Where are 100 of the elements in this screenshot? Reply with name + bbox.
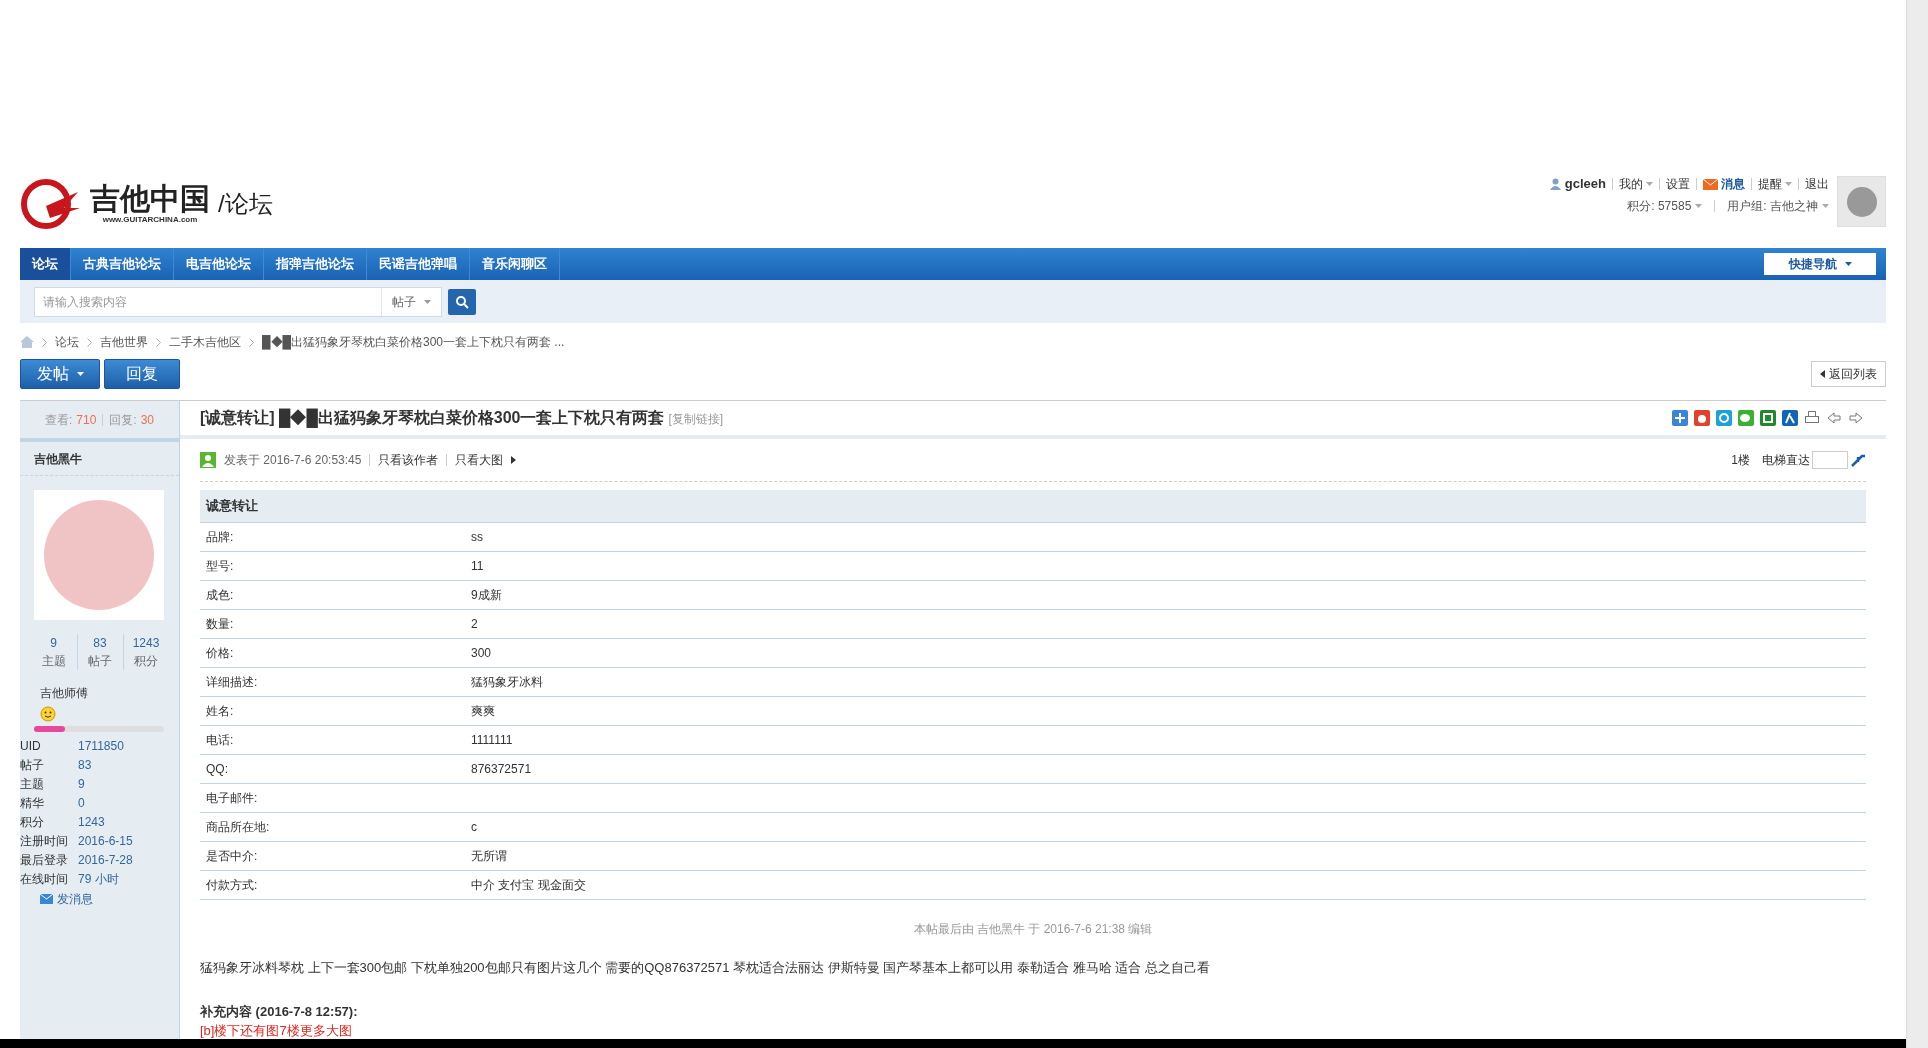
user-icon <box>1549 178 1561 190</box>
username-link[interactable]: gcleeh <box>1564 174 1606 194</box>
new-post-button[interactable]: 发帖 <box>20 359 100 389</box>
floor-number: 1楼 <box>1731 452 1750 470</box>
logo-text: 吉他中国 <box>90 183 210 215</box>
info-label: 最后登录 <box>20 851 69 869</box>
info-value: 0 <box>78 794 85 812</box>
caret-icon <box>1695 204 1703 208</box>
info-label: 注册时间 <box>20 832 69 850</box>
user-stat-menu[interactable]: 用户组: 吉他之神 <box>1727 197 1829 215</box>
views-label: 查看: <box>44 411 73 429</box>
info-value: 1711850 <box>78 737 124 755</box>
field-label: 姓名: <box>205 703 235 720</box>
field-value: c <box>471 819 477 836</box>
search-field[interactable]: 请输入搜索内容 帖子 <box>34 286 442 317</box>
thread-title: [诚意转让] █◆█出猛犸象牙琴枕白菜价格300一套上下枕只有两套 <box>200 407 665 430</box>
avatar[interactable] <box>34 490 164 620</box>
table-title: 诚意转让 <box>206 497 258 516</box>
reply-button[interactable]: 回复 <box>104 359 180 389</box>
user-stat-menu[interactable]: 积分: 57585 <box>1627 197 1703 215</box>
quick-nav-button[interactable]: 快捷导航 <box>1764 253 1876 275</box>
info-value: 2016-7-28 <box>78 851 133 869</box>
caret-icon <box>76 372 84 376</box>
floor-input[interactable] <box>1812 451 1848 470</box>
messages-link[interactable]: 消息 <box>1703 175 1745 193</box>
info-value: 1243 <box>78 813 105 831</box>
envelope-icon <box>1703 178 1718 190</box>
field-label: 数量: <box>205 616 235 633</box>
field-value: 无所谓 <box>471 848 507 865</box>
next-icon[interactable] <box>1848 410 1864 427</box>
info-label: 帖子 <box>20 756 45 774</box>
field-value: ss <box>471 529 483 546</box>
field-label: QQ: <box>205 761 229 778</box>
smiley-icon <box>40 706 56 722</box>
breadcrumb-link[interactable]: 吉他世界 <box>100 333 148 351</box>
chat-icon[interactable] <box>1738 410 1754 427</box>
menu-link[interactable]: 提醒 <box>1758 175 1792 193</box>
nav-link[interactable]: 设置 <box>1666 175 1690 193</box>
send-message-link[interactable]: 发消息 <box>40 890 179 908</box>
field-value: 300 <box>471 645 492 662</box>
nav-link[interactable]: 退出 <box>1805 175 1829 193</box>
envelope-icon <box>40 894 53 904</box>
caret-icon <box>1822 204 1829 208</box>
field-value: 9成新 <box>471 587 502 604</box>
field-label: 电话: <box>205 732 235 749</box>
author-only-link[interactable]: 只看该作者 <box>378 451 439 470</box>
breadcrumb-link[interactable]: █◆█出猛犸象牙琴枕白菜价格300一套上下枕只有两套 ... <box>262 333 565 351</box>
chevron-icon <box>42 337 47 347</box>
info-label: 在线时间 <box>20 870 69 888</box>
plus-icon[interactable] <box>1672 410 1688 427</box>
info-value: 2016-6-15 <box>78 832 133 850</box>
user-icon <box>200 452 216 469</box>
person-icon[interactable] <box>1782 410 1798 427</box>
field-label: 电子邮件: <box>205 790 259 807</box>
field-value: 猛犸象牙冰料 <box>471 674 543 691</box>
chevron-icon <box>156 337 161 347</box>
field-value: 11 <box>471 558 484 575</box>
logo-icon <box>20 178 82 230</box>
user-rank: 吉他师傅 <box>40 685 89 702</box>
search-scope-dropdown[interactable]: 帖子 <box>381 287 441 316</box>
stat-label: 主题 <box>41 653 66 670</box>
replies-label: 回复: <box>109 411 137 429</box>
previous-icon[interactable] <box>1826 410 1842 427</box>
escalator-icon[interactable] <box>1850 452 1866 469</box>
breadcrumb-link[interactable]: 论坛 <box>55 333 79 351</box>
breadcrumb-link[interactable]: 二手木吉他区 <box>169 333 241 351</box>
caret-icon <box>424 299 431 304</box>
field-value: 中介 支付宝 现金面交 <box>471 877 586 894</box>
field-value: 1111111 <box>471 732 513 749</box>
search-button[interactable] <box>448 288 476 315</box>
info-value: 9 <box>78 775 85 793</box>
chevron-icon <box>87 337 92 347</box>
info-label: 积分 <box>20 813 45 831</box>
home-icon[interactable] <box>20 336 34 348</box>
field-label: 付款方式: <box>205 877 259 894</box>
back-to-list-button[interactable]: 返回列表 <box>1811 361 1886 387</box>
field-label: 价格: <box>205 645 235 662</box>
forum-label: /论坛 <box>218 189 273 219</box>
big-images-link[interactable]: 只看大图 <box>455 451 517 470</box>
stat-label: 帖子 <box>88 653 112 670</box>
edit-note: 本帖最后由 吉他黑牛 于 2016-7-6 21:38 编辑 <box>913 921 1153 938</box>
stat-label: 积分 <box>134 653 158 670</box>
field-value: 2 <box>471 616 478 633</box>
right-triangle-icon <box>511 456 517 465</box>
chevron-icon <box>249 337 254 347</box>
field-label: 型号: <box>205 558 235 575</box>
post-body: 猛犸象牙冰料琴枕 上下一套300包邮 下枕单独200包邮只有图片这几个 需要的QQ876372571 琴枕适合法丽达 伊斯特曼 国产琴基本上都可以用 泰勒适合 雅马哈 适合 总之自己看 <box>200 959 1211 977</box>
supplement-heading: 补充内容 (2016-7-8 12:57): <box>200 1002 359 1021</box>
author-name[interactable]: 吉他黑牛 <box>34 449 82 468</box>
nav-tab[interactable]: 论坛 <box>20 248 71 280</box>
stat-value: 83 <box>93 635 107 652</box>
logo-url: www.GUITARCHINA.com <box>102 215 198 225</box>
menu-link[interactable]: 我的 <box>1619 175 1653 193</box>
left-triangle-icon <box>1820 370 1825 378</box>
info-value: 83 <box>78 756 92 774</box>
post-date: 发表于 2016-7-6 20:53:45 <box>224 452 362 470</box>
supplement-text: [b]楼下还有图7楼更多大图 <box>200 1023 353 1039</box>
avatar[interactable] <box>1837 176 1886 227</box>
replies-count: 30 <box>140 411 155 429</box>
caret-icon <box>1646 182 1653 186</box>
